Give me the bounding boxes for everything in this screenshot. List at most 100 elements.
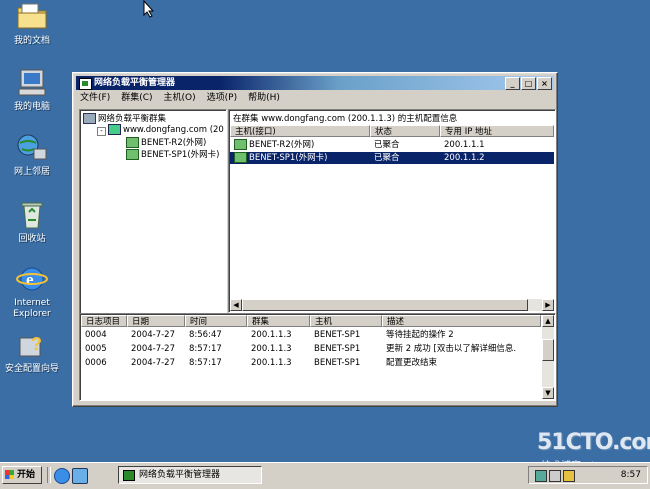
tree-cluster-node[interactable]: www.dongfang.com (20 — [108, 124, 224, 135]
log-host: BENET-SP1 — [314, 358, 361, 368]
host-config-caption: 在群集 www.dongfang.com (200.1.1.3) 的主机配置信息 — [233, 114, 458, 124]
col-cluster[interactable]: 群集 — [247, 315, 310, 327]
col-host[interactable]: 主机(接口) — [230, 125, 370, 137]
quicklaunch-ie-icon[interactable] — [54, 468, 70, 484]
log-host: BENET-SP1 — [314, 344, 361, 354]
col-host[interactable]: 主机 — [310, 315, 382, 327]
host-ip: 200.1.1.1 — [444, 140, 485, 150]
desktop-icon-label: 回收站 — [18, 234, 46, 244]
nlb-app-icon — [123, 470, 135, 481]
recycle-bin-icon — [16, 200, 48, 232]
log-row[interactable]: 0006 2004-7-27 8:57:17 200.1.1.3 BENET-S… — [81, 357, 541, 369]
log-row[interactable]: 0005 2004-7-27 8:57:17 200.1.1.3 BENET-S… — [81, 343, 541, 355]
title-bar[interactable]: 网络负载平衡管理器 _ □ × — [76, 76, 554, 90]
hosts-horizontal-scrollbar[interactable]: ◀ ▶ — [230, 299, 554, 311]
quicklaunch-explorer-icon[interactable] — [72, 468, 88, 484]
scroll-left-button[interactable]: ◀ — [230, 299, 242, 311]
folder-icon — [16, 2, 48, 34]
tray-volume-icon[interactable] — [549, 470, 561, 482]
table-row-selected[interactable]: BENET-SP1(外网卡) 已聚合 200.1.1.2 — [230, 152, 554, 164]
taskbar: 开始 网络负载平衡管理器 8:57 — [0, 462, 650, 489]
col-time[interactable]: 时间 — [185, 315, 247, 327]
log-table-header: 日志项目 日期 时间 群集 主机 描述 — [81, 315, 541, 327]
tree-host-node[interactable]: BENET-SP1(外网卡) — [126, 148, 219, 160]
col-status[interactable]: 状态 — [370, 125, 440, 137]
host-table-header: 主机(接口) 状态 专用 IP 地址 — [230, 125, 554, 137]
menu-cluster[interactable]: 群集(C) — [117, 91, 159, 106]
svg-text:e: e — [26, 270, 34, 289]
log-vertical-scrollbar[interactable]: ▲ ▼ — [542, 315, 554, 399]
log-date: 2004-7-27 — [131, 330, 175, 340]
col-description[interactable]: 描述 — [382, 315, 541, 327]
desktop-icon-label: 我的文档 — [13, 36, 50, 46]
host-icon — [126, 149, 139, 160]
menu-bar: 文件(F) 群集(C) 主机(O) 选项(P) 帮助(H) — [76, 91, 554, 106]
cluster-group-icon — [83, 113, 96, 124]
log-cluster: 200.1.1.3 — [251, 344, 292, 354]
scroll-right-button[interactable]: ▶ — [542, 299, 554, 311]
host-icon — [126, 137, 139, 148]
host-config-pane: 在群集 www.dongfang.com (200.1.1.3) 的主机配置信息… — [228, 109, 556, 313]
tray-network-icon[interactable] — [535, 470, 547, 482]
tray-security-icon[interactable] — [563, 470, 575, 482]
host-status: 已聚合 — [374, 153, 400, 163]
windows-logo-icon — [5, 470, 14, 479]
start-label: 开始 — [17, 470, 36, 480]
log-row[interactable]: 0004 2004-7-27 8:56:47 200.1.1.3 BENET-S… — [81, 329, 541, 341]
tree-collapse-toggle[interactable]: - — [97, 127, 106, 136]
system-tray: 8:57 — [528, 466, 648, 484]
taskbar-window-label: 网络负载平衡管理器 — [139, 470, 221, 480]
nlb-app-icon — [79, 78, 92, 90]
nlb-manager-window: 网络负载平衡管理器 _ □ × 文件(F) 群集(C) 主机(O) 选项(P) … — [72, 72, 558, 407]
svg-text:?: ? — [31, 334, 42, 354]
network-icon — [16, 133, 48, 165]
col-ip[interactable]: 专用 IP 地址 — [440, 125, 554, 137]
cluster-icon — [108, 124, 121, 135]
tree-host-label: BENET-R2(外网) — [141, 138, 207, 148]
log-description: 等待挂起的操作 2 — [386, 330, 454, 340]
start-button[interactable]: 开始 — [2, 466, 42, 484]
tree-root-label: 网络负载平衡群集 — [98, 114, 167, 124]
log-date: 2004-7-27 — [131, 344, 175, 354]
watermark: 51CTO.com 技术博客 Blog — [537, 430, 650, 472]
desktop-icon-label: 我的电脑 — [13, 102, 50, 112]
scroll-down-button[interactable]: ▼ — [542, 387, 554, 399]
minimize-button[interactable]: _ — [505, 77, 520, 90]
maximize-button[interactable]: □ — [521, 77, 536, 90]
menu-host[interactable]: 主机(O) — [160, 91, 203, 106]
log-date: 2004-7-27 — [131, 358, 175, 368]
desktop-icon-label: Internet Explorer — [13, 298, 51, 319]
desktop-icon-my-computer[interactable]: 我的电脑 — [0, 68, 67, 113]
scroll-up-button[interactable]: ▲ — [542, 315, 554, 327]
taskbar-window-button[interactable]: 网络负载平衡管理器 — [118, 466, 262, 484]
scroll-thumb[interactable] — [542, 339, 554, 361]
log-cluster: 200.1.1.3 — [251, 358, 292, 368]
menu-options[interactable]: 选项(P) — [203, 91, 244, 106]
desktop-icon-label: 安全配置向导 — [4, 364, 59, 374]
scroll-thumb[interactable] — [242, 299, 528, 311]
log-time: 8:56:47 — [189, 330, 222, 340]
tree-root-node[interactable]: 网络负载平衡群集 — [83, 112, 166, 124]
desktop-icon-internet-explorer[interactable]: e Internet Explorer — [0, 264, 67, 320]
log-id: 0005 — [85, 344, 107, 354]
table-row[interactable]: BENET-R2(外网) 已聚合 200.1.1.1 — [230, 139, 554, 151]
tree-host-node[interactable]: BENET-R2(外网) — [126, 136, 206, 148]
col-date[interactable]: 日期 — [127, 315, 185, 327]
desktop-icon-label: 网上邻居 — [13, 167, 50, 177]
tree-cluster-label: www.dongfang.com (20 — [123, 125, 224, 135]
security-wizard-icon: ? — [16, 330, 48, 362]
desktop-icon-my-documents[interactable]: 我的文档 — [0, 2, 67, 47]
clock[interactable]: 8:57 — [621, 467, 641, 483]
menu-file[interactable]: 文件(F) — [76, 91, 117, 106]
log-host: BENET-SP1 — [314, 330, 361, 340]
menu-help[interactable]: 帮助(H) — [244, 91, 287, 106]
desktop-icon-security-wizard[interactable]: ? 安全配置向导 — [0, 330, 67, 375]
desktop-icon-recycle-bin[interactable]: 回收站 — [0, 200, 67, 245]
log-time: 8:57:17 — [189, 358, 222, 368]
close-button[interactable]: × — [537, 77, 552, 90]
host-name: BENET-SP1(外网卡) — [249, 153, 328, 163]
col-log-id[interactable]: 日志项目 — [81, 315, 127, 327]
tree-host-label: BENET-SP1(外网卡) — [141, 150, 220, 160]
desktop-icon-network[interactable]: 网上邻居 — [0, 133, 67, 178]
host-name: BENET-R2(外网) — [249, 140, 315, 150]
